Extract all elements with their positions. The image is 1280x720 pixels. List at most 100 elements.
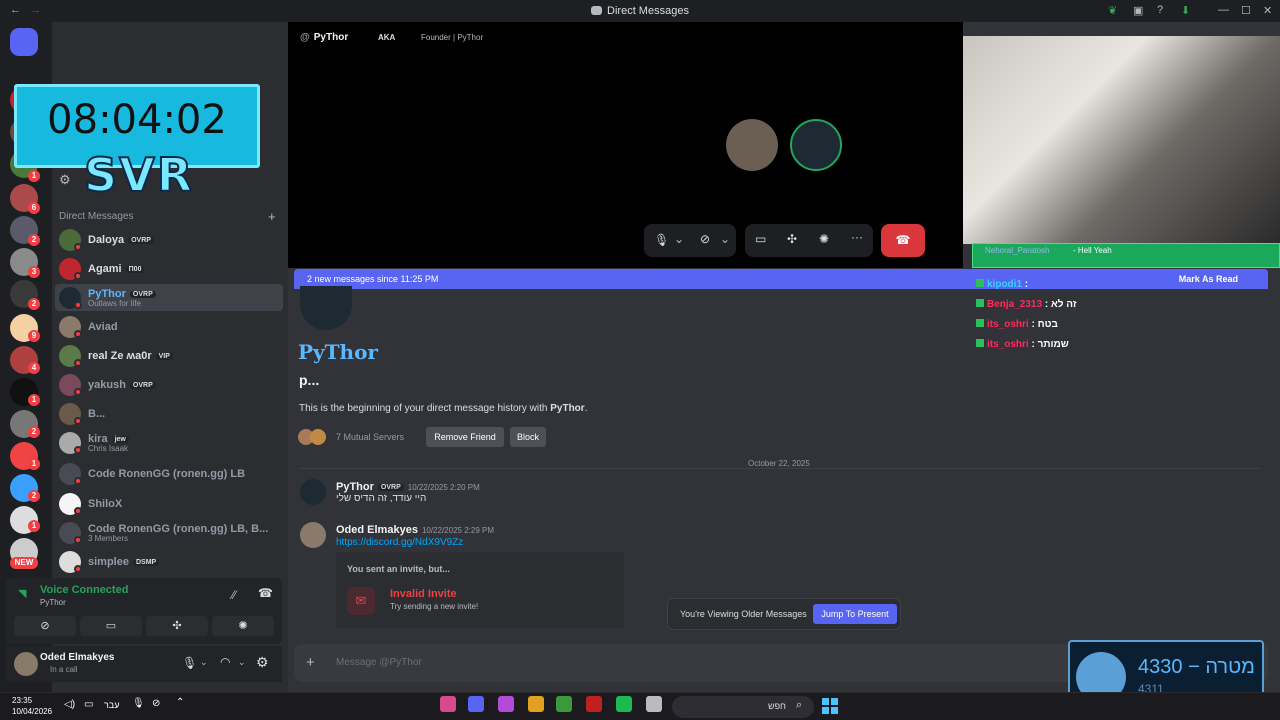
dm-subtext: Chris Isaak <box>88 444 129 453</box>
notification-badge: 4 <box>28 362 40 374</box>
chevron-up-icon[interactable]: ⌃ <box>176 697 184 708</box>
camera-off-button[interactable]: ⊘ <box>14 616 76 636</box>
chat-sep: : <box>1028 339 1038 350</box>
muted-icon[interactable]: ⊘ <box>152 698 160 709</box>
search-box[interactable]: חפש ⌕ <box>672 696 814 718</box>
role-tag: OVRP <box>129 382 156 389</box>
disconnect-icon[interactable]: ☎ <box>258 586 273 600</box>
dm-name: Daloya OVRP <box>88 234 154 246</box>
avatar[interactable] <box>300 479 326 505</box>
chevron-down-icon[interactable]: ⌄ <box>200 657 208 668</box>
call-tools[interactable]: ▭ ✣ ✺ ··· <box>745 224 873 257</box>
clock-time[interactable]: 23:35 <box>12 696 32 705</box>
dm-item[interactable]: Code RonenGG (ronen.gg) LB, B... 3 Member… <box>55 519 283 546</box>
app-icon[interactable] <box>528 696 544 712</box>
dm-name: Agami Π00 <box>88 263 145 275</box>
message-author[interactable]: Oded Elmakyes <box>336 524 418 536</box>
close-icon[interactable]: ✕ <box>1263 4 1272 17</box>
app-icon[interactable] <box>586 696 602 712</box>
invite-heading: You sent an invite, but... <box>347 564 450 574</box>
maximize-icon[interactable]: ☐ <box>1241 4 1251 17</box>
mic-icon[interactable]: 🎙 <box>132 698 145 709</box>
dm-header: Direct Messages <box>59 211 134 222</box>
status-dot <box>74 359 82 367</box>
app-icon[interactable] <box>498 696 514 712</box>
dm-item[interactable]: yakush OVRP <box>55 371 283 398</box>
mic-control[interactable]: 🎙 ⌄ ⊘ ⌄ <box>644 224 736 257</box>
chevron-down-icon[interactable]: ⌄ <box>238 657 246 668</box>
dm-item[interactable]: B... <box>55 400 283 427</box>
mutual-servers[interactable]: 7 Mutual Servers <box>336 432 404 442</box>
window-title: Direct Messages <box>0 5 1280 17</box>
inbox-icon[interactable]: ▣ <box>1133 4 1143 17</box>
invite-link[interactable]: https://discord.gg/NdX9V9Zz <box>336 537 463 548</box>
discord-app-icon[interactable] <box>468 696 484 712</box>
call-participant-avatar[interactable] <box>790 119 842 171</box>
voice-channel[interactable]: PyThor <box>40 598 66 607</box>
dm-item[interactable]: PyThor OVRP Outlaws for life <box>55 284 283 311</box>
notification-badge: NEW <box>10 557 38 569</box>
search-placeholder: חפש <box>768 701 786 711</box>
dm-item[interactable]: Agami Π00 <box>55 255 283 282</box>
aka-label: AKA <box>378 33 396 42</box>
minimize-icon[interactable]: — <box>1218 4 1229 16</box>
date-divider: October 22, 2025 <box>742 459 816 468</box>
dm-item[interactable]: real Ze ʍa0r VIP <box>55 342 283 369</box>
message-timestamp: 10/22/2025 2:20 PM <box>407 483 480 492</box>
spotify-icon[interactable] <box>616 696 632 712</box>
hangup-button[interactable]: ☎ <box>881 224 925 257</box>
nitro-leaf-icon[interactable]: ❦ <box>1108 4 1117 17</box>
remove-friend-button[interactable]: Remove Friend <box>426 427 504 447</box>
mod-badge-icon <box>976 279 984 287</box>
sub-count: 4330 − מטרה <box>1138 656 1255 678</box>
dm-item[interactable]: Code RonenGG (ronen.gg) LB <box>55 460 283 487</box>
notification-badge: 3 <box>28 266 40 278</box>
chat-text: זה לא <box>1050 299 1077 310</box>
avatar[interactable] <box>300 522 326 548</box>
chat-line: its_oshri : שמותר <box>976 339 1069 350</box>
chat-sep: : <box>1022 279 1029 290</box>
chat-top-row: Nehoral_Paratosh - Hell Yeah <box>972 243 1280 268</box>
network-icon[interactable]: ▭ <box>84 699 93 710</box>
download-icon[interactable]: ⬇ <box>1181 4 1190 17</box>
mic-icon[interactable]: 🎙 <box>182 656 197 670</box>
notification-badge: 2 <box>28 298 40 310</box>
role-tag: OVRP <box>129 291 156 298</box>
search-icon: ⌕ <box>796 699 803 711</box>
dm-item[interactable]: kira jew Chris Isaak <box>55 429 283 456</box>
file-explorer-icon[interactable] <box>646 696 662 712</box>
help-icon[interactable]: ? <box>1157 4 1163 16</box>
new-dm-button[interactable]: + <box>268 209 276 224</box>
message-text: היי עודד, זה הדיס שלי <box>336 493 427 504</box>
aka-value: Founder | PyThor <box>421 33 484 42</box>
activities-button[interactable]: ✣ <box>146 616 208 636</box>
settings-gear-icon[interactable]: ⚙ <box>59 172 71 188</box>
dm-name: Code RonenGG (ronen.gg) LB <box>88 468 246 480</box>
call-participant-avatar[interactable] <box>726 119 778 171</box>
language-indicator[interactable]: עבר <box>104 700 119 710</box>
chrome-icon[interactable] <box>556 696 572 712</box>
mutual-server-icons[interactable] <box>298 429 328 445</box>
clock-date[interactable]: 10/04/2026 <box>12 707 52 716</box>
webcam-overlay <box>963 36 1280 244</box>
user-settings-icon[interactable]: ⚙ <box>256 654 269 671</box>
dm-item[interactable]: Aviad <box>55 313 283 340</box>
dm-item[interactable]: ShiloX <box>55 490 283 517</box>
message-author[interactable]: PyThor <box>336 481 374 493</box>
noise-suppression-icon[interactable]: ⁄⁄ <box>232 588 236 602</box>
headset-icon[interactable]: ◠ <box>220 655 230 669</box>
avatar[interactable] <box>14 652 38 676</box>
home-button[interactable] <box>10 28 38 56</box>
windows-start-icon[interactable] <box>822 698 838 714</box>
block-button[interactable]: Block <box>510 427 546 447</box>
add-attachment-icon[interactable]: + <box>306 654 315 671</box>
volume-icon[interactable]: ◁) <box>64 699 75 710</box>
screen-share-button[interactable]: ▭ <box>80 616 142 636</box>
composer-placeholder: Message @PyThor <box>336 657 422 668</box>
dm-item[interactable]: simplee DSMP <box>55 548 283 575</box>
dm-subtext: Outlaws for life <box>88 299 141 308</box>
app-icon[interactable] <box>440 696 456 712</box>
soundboard-button[interactable]: ✺ <box>212 616 274 636</box>
dm-item[interactable]: Daloya OVRP <box>55 226 283 253</box>
jump-to-present-button[interactable]: Jump To Present <box>813 604 897 624</box>
